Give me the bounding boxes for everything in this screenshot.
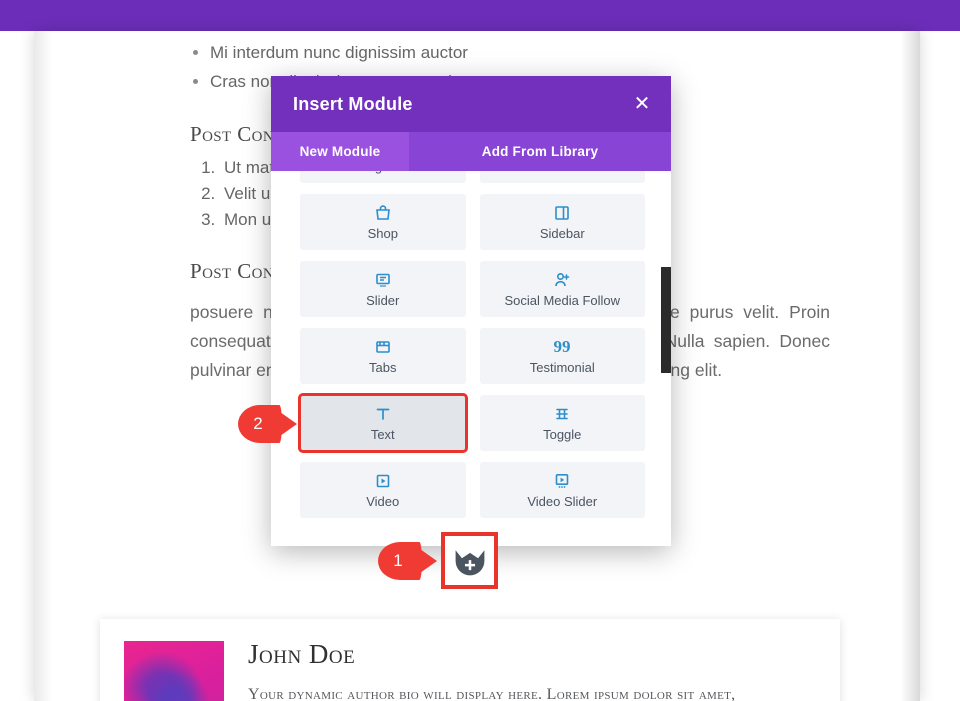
module-video-slider[interactable]: Video Slider — [479, 462, 645, 518]
modal-header: Insert Module ✕ — [271, 76, 671, 132]
module-label: Text — [370, 427, 395, 442]
slider-icon — [374, 270, 392, 290]
module-sidebar[interactable]: Sidebar — [479, 194, 645, 250]
author-card: John Doe Your dynamic author bio will di… — [100, 619, 840, 701]
module-label: Video Slider — [527, 494, 598, 509]
module-video[interactable]: Video — [300, 462, 466, 518]
divi-owl-add-icon — [455, 549, 484, 575]
modal-tabs: New Module Add From Library — [271, 132, 671, 171]
author-name: John Doe — [248, 639, 356, 669]
module-label: Testimonial — [529, 360, 595, 375]
module-label: Toggle — [543, 427, 582, 442]
scrollbar-thumb[interactable] — [661, 267, 671, 373]
marker-blob: 2 — [238, 405, 282, 443]
module-label: Tabs — [369, 360, 397, 375]
module-label: Search — [542, 171, 583, 174]
module-tabs[interactable]: Tabs — [300, 328, 466, 384]
module-slider[interactable]: Slider — [300, 261, 466, 317]
module-label: Shop — [367, 226, 398, 241]
module-shop[interactable]: Shop — [300, 194, 466, 250]
toggle-icon — [553, 404, 571, 424]
author-bio: Your dynamic author bio will display her… — [248, 686, 736, 701]
tabs-icon — [374, 337, 392, 357]
annotation-marker-2: 2 — [238, 404, 290, 444]
insert-module-modal: Insert Module ✕ New Module Add From Libr… — [271, 76, 671, 546]
module-label: Video — [366, 494, 400, 509]
tab-add-from-library[interactable]: Add From Library — [409, 132, 671, 171]
sidebar-icon — [553, 203, 571, 223]
canvas-left-gutter — [34, 31, 60, 701]
video-slider-icon — [553, 471, 571, 491]
module-pricing-tables[interactable]: Pricing Tables — [300, 171, 466, 183]
module-label: Social Media Follow — [504, 293, 621, 308]
modal-body: Pricing Tables Search Shop — [271, 171, 671, 546]
person-add-icon — [553, 270, 571, 290]
module-text[interactable]: Text — [298, 393, 468, 453]
wp-admin-bar — [0, 0, 960, 31]
module-social-media-follow[interactable]: Social Media Follow — [479, 261, 645, 317]
modal-scrollbar[interactable] — [661, 171, 671, 546]
list-item: Mi interdum nunc dignissim auctor — [193, 38, 894, 67]
video-play-icon — [374, 471, 392, 491]
marker-number: 1 — [393, 551, 403, 570]
marker-blob: 1 — [378, 542, 422, 580]
marker-number: 2 — [253, 414, 263, 433]
text-t-icon — [374, 404, 392, 424]
canvas-right-gutter — [894, 31, 920, 701]
module-testimonial[interactable]: 99 Testimonial — [479, 328, 645, 384]
tab-new-module[interactable]: New Module — [271, 132, 409, 171]
author-text: John Doe Your dynamic author bio will di… — [224, 641, 828, 701]
module-grid: Pricing Tables Search Shop — [271, 171, 671, 538]
shop-bag-icon — [374, 203, 392, 223]
close-icon[interactable]: ✕ — [631, 93, 653, 115]
module-label: Pricing Tables — [342, 171, 423, 174]
module-label: Sidebar — [539, 226, 585, 241]
avatar — [124, 641, 224, 701]
divi-owl-add-button[interactable] — [441, 532, 498, 589]
svg-text:99: 99 — [554, 338, 571, 356]
module-label: Slider — [366, 293, 400, 308]
module-search[interactable]: Search — [479, 171, 645, 183]
screen: Mi interdum nunc dignissim auctor Cras n… — [0, 0, 960, 701]
module-toggle[interactable]: Toggle — [479, 395, 645, 451]
annotation-marker-1: 1 — [378, 541, 430, 581]
quote-icon: 99 — [552, 337, 572, 357]
modal-title: Insert Module — [293, 93, 413, 114]
